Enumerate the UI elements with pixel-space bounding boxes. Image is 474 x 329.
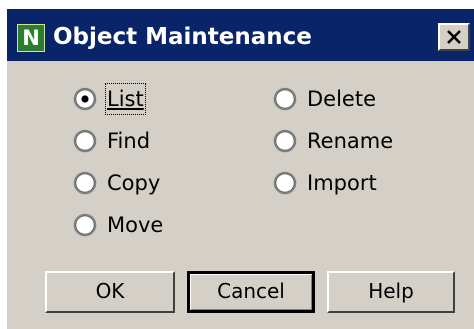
close-button[interactable] xyxy=(438,23,470,51)
ok-button[interactable]: OK xyxy=(45,271,175,313)
radio-delete[interactable]: Delete xyxy=(273,85,413,113)
radio-list-text: List xyxy=(107,87,144,111)
radio-import-label: Import xyxy=(307,171,377,195)
radio-rename-label: Rename xyxy=(307,129,394,153)
title-bar[interactable]: N Object Maintenance xyxy=(7,9,474,61)
radio-delete-circle[interactable] xyxy=(273,87,297,111)
radio-list-label: List xyxy=(105,83,146,115)
cancel-button[interactable]: Cancel xyxy=(187,271,315,313)
radio-find-circle[interactable] xyxy=(73,129,97,153)
radio-rename[interactable]: Rename xyxy=(273,127,413,155)
radio-list[interactable]: List xyxy=(73,83,193,115)
help-button[interactable]: Help xyxy=(327,271,455,313)
radio-list-circle[interactable] xyxy=(73,87,97,111)
radio-import-circle[interactable] xyxy=(273,171,297,195)
object-maintenance-dialog: N Object Maintenance List Find Copy Move… xyxy=(6,8,474,329)
radio-move-circle[interactable] xyxy=(73,213,97,237)
close-icon xyxy=(447,30,461,44)
window-title: Object Maintenance xyxy=(53,24,312,50)
radio-delete-label: Delete xyxy=(307,87,376,111)
radio-find-label: Find xyxy=(107,129,151,153)
app-icon: N xyxy=(17,24,45,52)
radio-copy[interactable]: Copy xyxy=(73,169,193,197)
radio-copy-circle[interactable] xyxy=(73,171,97,195)
radio-copy-label: Copy xyxy=(107,171,161,195)
radio-move-label: Move xyxy=(107,213,164,237)
radio-rename-circle[interactable] xyxy=(273,129,297,153)
radio-find[interactable]: Find xyxy=(73,127,193,155)
radio-import[interactable]: Import xyxy=(273,169,413,197)
radio-move[interactable]: Move xyxy=(73,211,193,239)
